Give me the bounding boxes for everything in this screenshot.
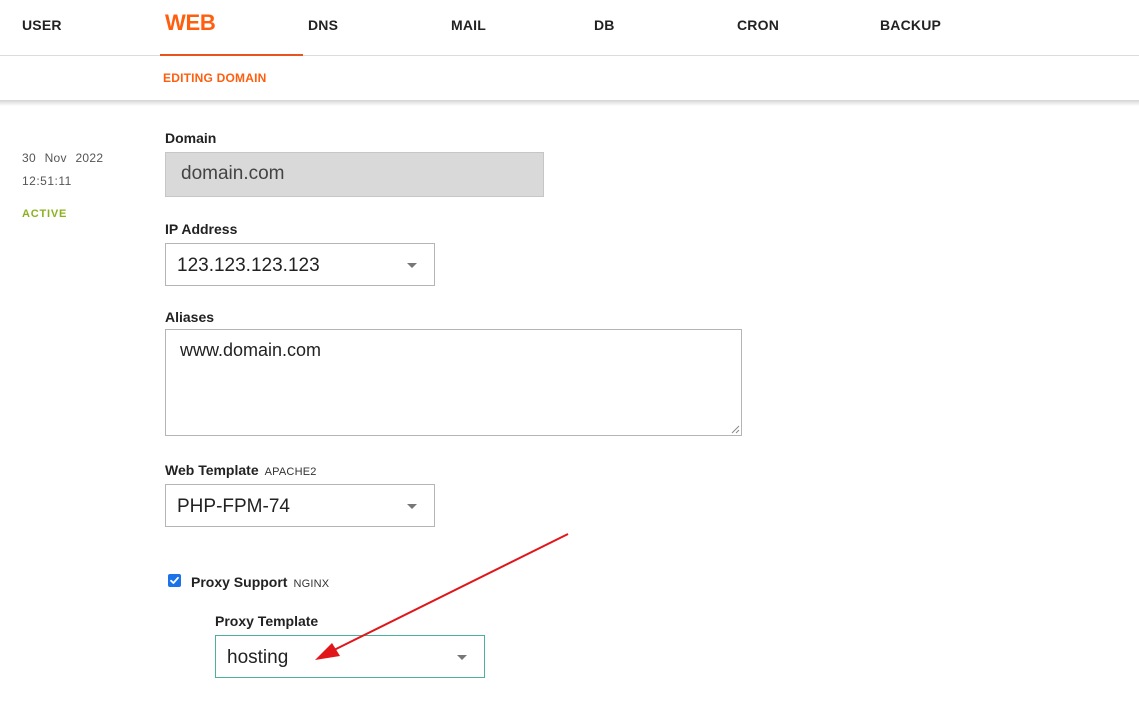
top-navigation: USER WEB DNS MAIL DB CRON BACKUP — [0, 0, 1139, 57]
nav-tab-user-label: USER — [22, 17, 62, 33]
proxy-support-checkbox[interactable] — [168, 574, 181, 587]
proxy-template-value: hosting — [227, 647, 289, 668]
caret-down-icon — [407, 504, 417, 509]
domain-label-text: Domain — [165, 130, 217, 146]
web-template-value: PHP-FPM-74 — [177, 496, 290, 517]
caret-down-icon — [457, 655, 467, 660]
checkmark-icon — [170, 576, 179, 584]
proxy-template-select[interactable]: hosting — [215, 635, 485, 678]
web-template-label-text: Web Template — [165, 462, 259, 478]
subnav-divider — [0, 100, 1139, 106]
ip-address-label: IP Address — [165, 221, 237, 237]
domain-input-value: domain.com — [181, 163, 285, 184]
nav-tab-backup-label: BACKUP — [880, 17, 942, 33]
subnav-title: EDITING DOMAIN — [163, 71, 267, 85]
nav-tab-db-label: DB — [594, 17, 615, 33]
aliases-label: Aliases — [165, 309, 214, 325]
proxy-support-label[interactable]: Proxy Support NGINX — [191, 574, 329, 590]
web-template-label: Web Template APACHE2 — [165, 462, 317, 478]
proxy-template-label: Proxy Template — [215, 613, 318, 629]
proxy-support-hint: NGINX — [293, 578, 330, 590]
proxy-support-label-text: Proxy Support — [191, 574, 288, 590]
status-badge: ACTIVE — [22, 208, 68, 220]
nav-tab-mail-label: MAIL — [451, 17, 487, 33]
domain-label: Domain — [165, 130, 216, 146]
domain-created-date: 30 Nov 2022 — [22, 151, 104, 165]
web-template-hint: APACHE2 — [264, 466, 317, 478]
caret-down-icon — [407, 263, 417, 268]
aliases-value: www.domain.com — [180, 340, 322, 360]
aliases-label-text: Aliases — [165, 309, 215, 325]
domain-created-time: 12:51:11 — [22, 174, 72, 188]
nav-tab-web[interactable]: WEB — [160, 0, 303, 57]
sub-navigation: EDITING DOMAIN — [0, 56, 1139, 101]
nav-tab-dns-label: DNS — [308, 17, 339, 33]
ip-address-label-text: IP Address — [165, 221, 238, 237]
domain-input: domain.com — [165, 152, 544, 197]
ip-address-select[interactable]: 123.123.123.123 — [165, 243, 435, 286]
nav-tab-web-label: WEB — [165, 10, 216, 35]
resize-grip-icon[interactable] — [731, 425, 740, 434]
proxy-template-label-text: Proxy Template — [215, 613, 319, 629]
nav-tab-cron-label: CRON — [737, 17, 780, 33]
aliases-textarea[interactable]: www.domain.com — [165, 329, 742, 436]
web-template-select[interactable]: PHP-FPM-74 — [165, 484, 435, 527]
ip-address-value: 123.123.123.123 — [177, 255, 320, 276]
